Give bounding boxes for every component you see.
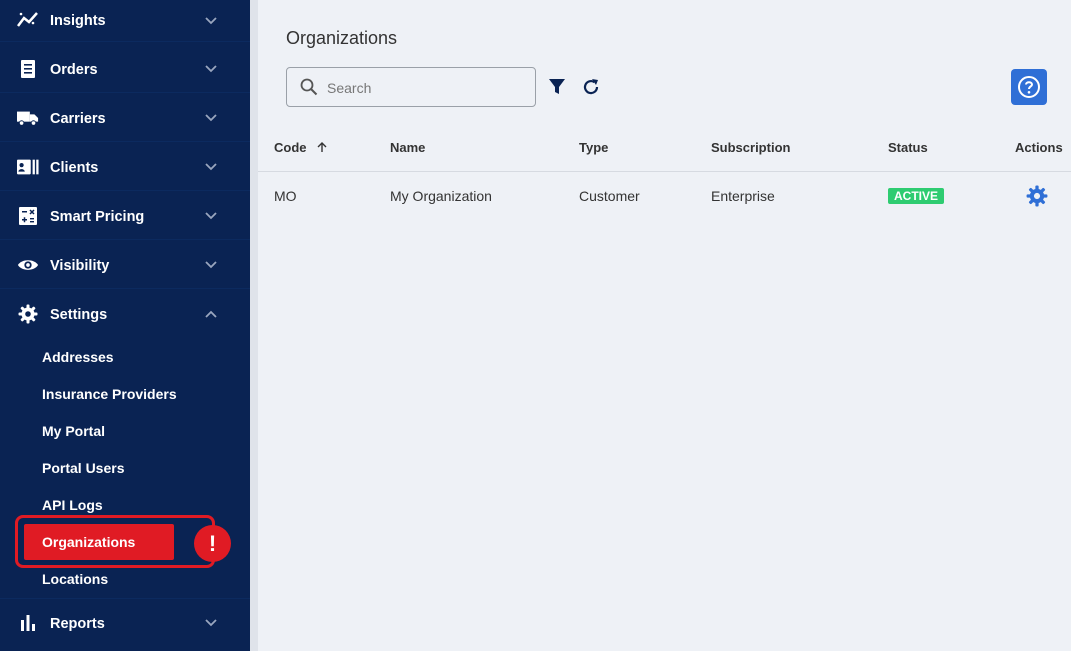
cell-code: MO [274,188,297,204]
search-box [286,67,536,107]
search-input[interactable] [327,77,527,99]
sidebar-item-reports[interactable]: Reports [0,598,250,646]
settings-gear-icon[interactable] [1026,185,1048,207]
sidebar-item-label: Orders [50,62,98,78]
chevron-down-icon [205,114,217,122]
sidebar-subitem-api-logs[interactable]: API Logs [42,497,103,513]
chevron-down-icon [205,163,217,171]
sidebar-item-visibility[interactable]: Visibility [0,241,250,289]
sidebar-item-settings[interactable]: Settings [0,290,250,338]
refresh-icon[interactable] [581,77,601,97]
chevron-down-icon [205,212,217,220]
sidebar-item-smart-pricing[interactable]: Smart Pricing [0,192,250,240]
search-icon [300,78,318,96]
column-header-name[interactable]: Name [390,140,425,155]
sidebar-item-label: Settings [50,307,108,323]
clients-icon [17,156,39,178]
status-badge: ACTIVE [888,188,945,204]
sidebar: Insights Orders Carriers Clients Smart P… [0,0,250,651]
column-header-label: Code [274,140,307,155]
sidebar-item-label: Smart Pricing [50,209,145,225]
gear-icon [17,303,39,325]
sidebar-subitem-my-portal[interactable]: My Portal [42,423,105,439]
page-title: Organizations [286,28,398,48]
sidebar-item-orders[interactable]: Orders [0,45,250,93]
help-button[interactable] [1011,69,1047,105]
column-header-subscription[interactable]: Subscription [711,140,790,155]
sidebar-subitem-insurance-providers[interactable]: Insurance Providers [42,386,177,402]
sidebar-subitem-locations[interactable]: Locations [42,571,108,587]
bar-chart-icon [17,612,39,634]
sidebar-item-label: Carriers [50,111,106,127]
main-content: Organizations Code Name Type Subscriptio… [258,0,1071,651]
sidebar-item-insights[interactable]: Insights [0,0,250,42]
chevron-up-icon [205,310,217,318]
sidebar-item-label: Insights [50,13,106,29]
chevron-down-icon [205,65,217,73]
insights-icon [17,9,39,31]
chevron-down-icon [205,17,217,25]
orders-icon [17,58,39,80]
column-header-status[interactable]: Status [888,140,928,155]
eye-icon [17,254,39,276]
sidebar-item-carriers[interactable]: Carriers [0,94,250,142]
sort-ascending-icon [317,142,327,152]
column-header-actions: Actions [1015,140,1063,155]
alert-icon: ! [194,525,231,562]
sidebar-item-label: Clients [50,160,99,176]
calculator-icon [17,205,39,227]
filter-icon[interactable] [548,78,566,96]
sidebar-item-label: Visibility [50,258,110,274]
sidebar-item-clients[interactable]: Clients [0,143,250,191]
chevron-down-icon [205,619,217,627]
cell-name: My Organization [390,188,492,204]
help-icon [1018,76,1040,98]
sidebar-divider [250,0,258,651]
sidebar-subitem-addresses[interactable]: Addresses [42,349,114,365]
sidebar-item-label: Reports [50,616,105,632]
cell-subscription: Enterprise [711,188,775,204]
table-header-divider [258,171,1071,172]
sidebar-subitem-label: Organizations [42,534,136,550]
cell-type: Customer [579,188,640,204]
chevron-down-icon [205,261,217,269]
truck-icon [17,107,39,129]
column-header-type[interactable]: Type [579,140,608,155]
column-header-code[interactable]: Code [274,140,328,155]
sidebar-subitem-portal-users[interactable]: Portal Users [42,460,124,476]
